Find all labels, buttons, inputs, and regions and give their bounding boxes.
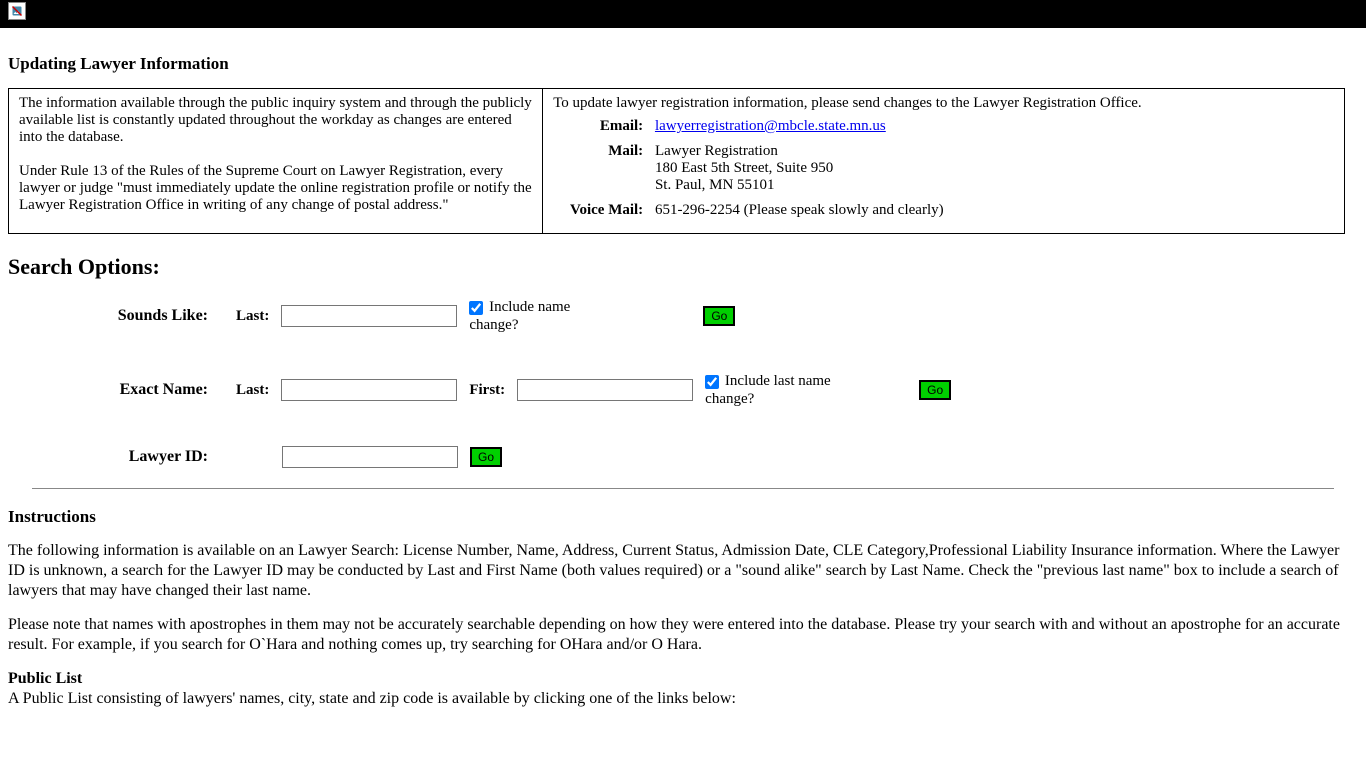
info-table: The information available through the pu… — [8, 88, 1345, 234]
sounds-like-last-label: Last: — [236, 308, 269, 325]
sounds-like-last-input[interactable] — [281, 305, 457, 327]
exact-last-label: Last: — [236, 382, 269, 399]
sounds-like-go-button[interactable]: Go — [703, 306, 735, 326]
instructions-heading: Instructions — [8, 507, 1358, 527]
mail-line1: Lawyer Registration — [655, 143, 778, 159]
public-list-title: Public List — [8, 669, 1358, 689]
exact-include-checkbox[interactable] — [705, 375, 719, 389]
email-link[interactable]: lawyerregistration@mbcle.state.mn.us — [655, 118, 886, 134]
exact-first-label: First: — [469, 382, 505, 399]
instructions-p1: The following information is available o… — [8, 541, 1358, 601]
lawyer-id-row: Lawyer ID: Go — [68, 446, 1358, 468]
lawyer-id-go-button[interactable]: Go — [470, 447, 502, 467]
mail-label: Mail: — [553, 143, 651, 160]
info-right-cell: To update lawyer registration informatio… — [543, 89, 1344, 234]
info-left-cell: The information available through the pu… — [9, 89, 543, 234]
email-label: Email: — [553, 118, 651, 135]
updating-heading: Updating Lawyer Information — [8, 54, 1358, 74]
mail-line3: St. Paul, MN 55101 — [655, 177, 775, 193]
divider — [32, 488, 1334, 489]
mail-address: Lawyer Registration 180 East 5th Street,… — [655, 143, 833, 194]
exact-go-button[interactable]: Go — [919, 380, 951, 400]
voice-label: Voice Mail: — [553, 202, 651, 219]
broken-image-icon — [8, 2, 26, 20]
lawyer-id-input[interactable] — [282, 446, 458, 468]
exact-name-row: Exact Name: Last: First: Include last na… — [68, 372, 1358, 408]
sounds-like-include-label: Include name change? — [469, 299, 570, 333]
header-bar — [0, 0, 1366, 28]
sounds-like-row: Sounds Like: Last: Include name change? … — [68, 298, 1358, 334]
instructions-p2: Please note that names with apostrophes … — [8, 615, 1358, 655]
sounds-like-include-checkbox[interactable] — [469, 301, 483, 315]
voice-value: 651-296-2254 (Please speak slowly and cl… — [655, 202, 944, 219]
exact-last-input[interactable] — [281, 379, 457, 401]
info-right-intro: To update lawyer registration informatio… — [553, 95, 1333, 112]
public-list-body: A Public List consisting of lawyers' nam… — [8, 689, 1358, 709]
exact-include-wrap: Include last name change? — [705, 372, 855, 408]
exact-include-label: Include last name change? — [705, 373, 831, 407]
mail-line2: 180 East 5th Street, Suite 950 — [655, 160, 833, 176]
sounds-like-title: Sounds Like: — [68, 307, 224, 325]
instructions-body: The following information is available o… — [8, 541, 1358, 709]
sounds-like-include-wrap: Include name change? — [469, 298, 619, 334]
info-left-p2: Under Rule 13 of the Rules of the Suprem… — [19, 163, 532, 213]
exact-first-input[interactable] — [517, 379, 693, 401]
exact-title: Exact Name: — [68, 381, 224, 399]
search-options-heading: Search Options: — [8, 254, 1358, 280]
lawyer-id-title: Lawyer ID: — [68, 448, 224, 466]
info-left-p1: The information available through the pu… — [19, 95, 532, 145]
